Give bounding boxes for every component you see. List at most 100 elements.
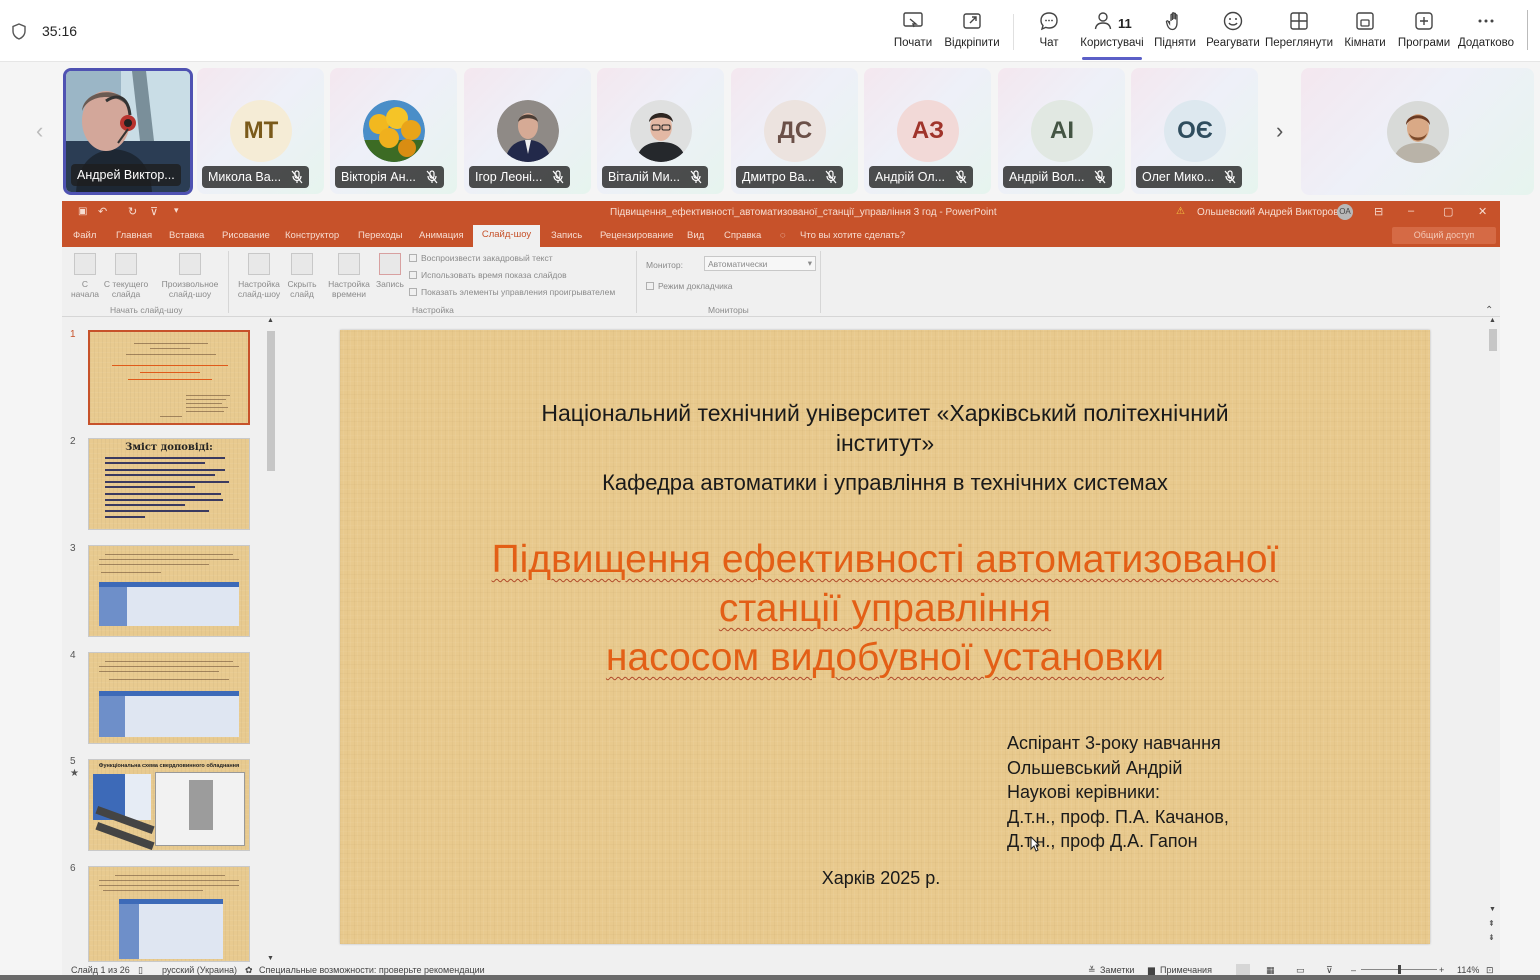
shield-icon (12, 23, 26, 40)
zoom-out-icon[interactable]: – (1351, 965, 1356, 975)
participant-tile[interactable]: МТ Микола Ва... (197, 68, 324, 194)
zoom-level[interactable]: 114% (1457, 965, 1479, 975)
participant-tile[interactable]: Віталій Ми... (597, 68, 724, 194)
self-view-tile[interactable] (1301, 68, 1534, 195)
slideshow-start-icon[interactable]: ⊽ (150, 205, 158, 218)
tab-help[interactable]: Справка (724, 230, 761, 241)
save-icon[interactable]: ▣ (78, 206, 87, 217)
slide-thumbnail-5[interactable]: Функціональна схема свердловинного облад… (88, 759, 250, 851)
tab-draw[interactable]: Рисование (222, 230, 270, 241)
timer-icon (338, 253, 360, 275)
play-narrations-checkbox[interactable]: Воспроизвести закадровый текст (409, 253, 553, 263)
next-slide-icon[interactable]: ⇟ (1488, 933, 1495, 942)
tab-slideshow[interactable]: Слайд-шоу (473, 225, 540, 247)
qat-more-icon[interactable]: ▾ (174, 205, 179, 216)
chat-button[interactable]: Чат (1035, 10, 1063, 56)
tab-view[interactable]: Вид (687, 230, 704, 241)
slide-scrollbar[interactable]: ▲ ▼ ⇞ ⇟ (1488, 317, 1498, 961)
participant-tile[interactable]: Вікторія Ан... (330, 68, 457, 194)
tab-record[interactable]: Запись (551, 230, 582, 241)
tab-file[interactable]: Файл (73, 230, 96, 241)
slide-title-line: станції управління (718, 587, 1052, 630)
chat-label: Чат (1039, 37, 1059, 49)
undo-icon[interactable]: ↶ (98, 205, 107, 218)
slide-counter: Слайд 1 из 26 (71, 965, 130, 975)
tab-transitions[interactable]: Переходы (358, 230, 403, 241)
tab-review[interactable]: Рецензирование (600, 230, 673, 241)
more-button[interactable]: Додатково (1456, 10, 1516, 56)
rehearse-timings-button[interactable]: Настройка времени (324, 253, 374, 299)
strip-next-icon[interactable]: › (1276, 118, 1283, 144)
scrollbar-thumb[interactable] (1489, 329, 1497, 351)
presenter-view-checkbox[interactable]: Режим докладчика (646, 281, 733, 291)
rooms-button[interactable]: Кімнати (1343, 10, 1387, 56)
react-button[interactable]: Реагувати (1206, 10, 1260, 56)
close-icon[interactable]: ✕ (1478, 205, 1487, 218)
view-button[interactable]: Переглянути (1264, 10, 1334, 56)
from-beginning-button[interactable]: Сначала (70, 253, 100, 299)
tab-animations[interactable]: Анимация (419, 230, 464, 241)
use-timings-checkbox[interactable]: Использовать время показа слайдов (409, 270, 567, 280)
toolbar-divider (1013, 14, 1014, 50)
from-current-button[interactable]: С текущего слайда (100, 253, 152, 299)
language-indicator[interactable]: русский (Украина) (162, 965, 237, 975)
animation-star-icon: ★ (70, 768, 79, 779)
hide-slide-button[interactable]: Скрыть слайд (284, 253, 320, 299)
accessibility-status[interactable]: Специальные возможности: проверьте реком… (259, 965, 485, 975)
author-line: Д.т.н., проф Д.А. Гапон (1007, 831, 1198, 851)
participant-tile[interactable]: Ігор Леоні... (464, 68, 591, 194)
setup-show-button[interactable]: Настройка слайд-шоу (234, 253, 284, 299)
zoom-in-icon[interactable]: + (1439, 965, 1444, 975)
thumb-number: 6 (70, 863, 76, 874)
ppt-user-initials[interactable]: ОА (1337, 204, 1353, 220)
current-slide[interactable]: Національний технічний університет «Харк… (340, 330, 1430, 944)
monitor-select[interactable]: Автоматически ▾ (704, 256, 816, 271)
participant-tile[interactable]: ОЄ Олег Мико... (1131, 68, 1258, 194)
group-setup: Настройка (412, 305, 454, 315)
ribbon-display-icon[interactable]: ⊟ (1374, 205, 1383, 218)
present-button[interactable]: Почати (894, 10, 932, 56)
participant-tile[interactable]: АЗ Андрій Ол... (864, 68, 991, 194)
maximize-icon[interactable]: ▢ (1443, 205, 1453, 218)
scroll-down-icon[interactable]: ▼ (267, 955, 274, 962)
slide-thumbnail-2[interactable]: Зміст доповіді: (88, 438, 250, 530)
redo-icon[interactable]: ↻ (128, 205, 137, 218)
mic-muted-icon (552, 170, 564, 184)
normal-view-icon[interactable] (1236, 964, 1250, 975)
tab-design[interactable]: Конструктор (285, 230, 339, 241)
thumbnails-scrollbar[interactable]: ▲ ▼ (266, 317, 276, 962)
tab-insert[interactable]: Вставка (169, 230, 204, 241)
tab-home[interactable]: Главная (116, 230, 152, 241)
apps-button[interactable]: Програми (1396, 10, 1452, 56)
thumb-number: 4 (70, 650, 76, 661)
scrollbar-thumb[interactable] (267, 331, 275, 471)
view-label: Переглянути (1264, 37, 1334, 49)
notes-button[interactable]: Заметки (1100, 965, 1134, 975)
popout-button[interactable]: Відкріпити (944, 10, 1000, 56)
people-button[interactable]: Користувачі (1080, 10, 1144, 56)
minimize-icon[interactable]: – (1408, 205, 1414, 217)
share-button[interactable]: Общий доступ (1392, 227, 1496, 244)
zoom-slider-thumb[interactable] (1398, 965, 1401, 974)
slide-thumbnail-4[interactable] (88, 652, 250, 744)
show-media-controls-checkbox[interactable]: Показать элементы управления проигрывате… (409, 287, 615, 297)
scroll-up-icon[interactable]: ▲ (1489, 317, 1496, 324)
slide-thumbnail-3[interactable] (88, 545, 250, 637)
author-line: Наукові керівники: (1007, 782, 1161, 802)
collapse-ribbon-icon[interactable]: ⌃ (1485, 305, 1493, 316)
slide-thumbnail-1[interactable] (88, 330, 250, 425)
comments-button[interactable]: Примечания (1160, 965, 1212, 975)
participant-tile-video[interactable]: Андрей Виктор... (63, 68, 193, 195)
prev-slide-icon[interactable]: ⇞ (1488, 919, 1495, 928)
scroll-up-icon[interactable]: ▲ (267, 317, 274, 324)
record-button[interactable]: Запись (374, 253, 406, 289)
slide-thumbnail-6[interactable] (88, 866, 250, 962)
participant-tile[interactable]: ДС Дмитро Ва... (731, 68, 858, 194)
tell-me-search[interactable]: Что вы хотите сделать? (800, 230, 905, 241)
participant-tile[interactable]: АІ Андрій Вол... (998, 68, 1125, 194)
strip-prev-icon[interactable]: ‹ (36, 118, 43, 144)
custom-show-button[interactable]: Произвольное слайд-шоу (158, 253, 222, 299)
scroll-down-icon[interactable]: ▼ (1489, 906, 1496, 913)
ppt-ribbon-tabs: Файл Главная Вставка Рисование Конструкт… (62, 223, 1500, 247)
raise-hand-button[interactable]: Підняти (1154, 10, 1196, 56)
